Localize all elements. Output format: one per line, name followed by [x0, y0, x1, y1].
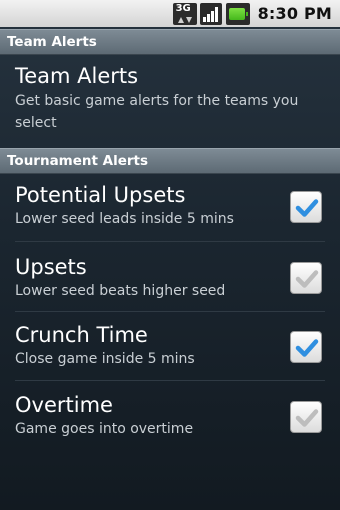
- preference-overtime[interactable]: Overtime Game goes into overtime: [0, 381, 340, 451]
- preference-crunch-time[interactable]: Crunch Time Close game inside 5 mins: [0, 312, 340, 381]
- section-header-tournament-alerts: Tournament Alerts: [0, 148, 340, 174]
- checkmark-icon: [295, 270, 319, 288]
- preference-title: Team Alerts: [15, 64, 139, 88]
- checkmark-icon: [295, 339, 319, 357]
- preference-team-alerts[interactable]: Team Alerts Get basic game alerts for th…: [0, 55, 340, 148]
- signal-strength-icon: [199, 2, 222, 25]
- status-bar: 3G 8:30 PM: [0, 0, 340, 27]
- preference-upsets[interactable]: Upsets Lower seed beats higher seed: [0, 242, 340, 312]
- network-3g-icon: 3G: [172, 2, 197, 25]
- battery-icon: [225, 2, 250, 25]
- crunch-time-checkbox[interactable]: [290, 331, 322, 363]
- section-header-team-alerts: Team Alerts: [0, 29, 340, 55]
- status-icons: 3G 8:30 PM: [172, 0, 332, 27]
- network-3g-label: 3G: [175, 2, 191, 14]
- overtime-checkbox[interactable]: [290, 401, 322, 433]
- preference-potential-upsets[interactable]: Potential Upsets Lower seed leads inside…: [0, 174, 340, 242]
- checkmark-icon: [295, 409, 319, 427]
- upsets-checkbox[interactable]: [290, 262, 322, 294]
- potential-upsets-checkbox[interactable]: [290, 191, 322, 223]
- status-time: 8:30 PM: [257, 4, 332, 23]
- screen: 3G 8:30 PM Team Alerts Team Alerts Get b…: [0, 0, 340, 510]
- checkmark-icon: [295, 199, 319, 217]
- preference-summary: Get basic game alerts for the teams you …: [15, 93, 299, 131]
